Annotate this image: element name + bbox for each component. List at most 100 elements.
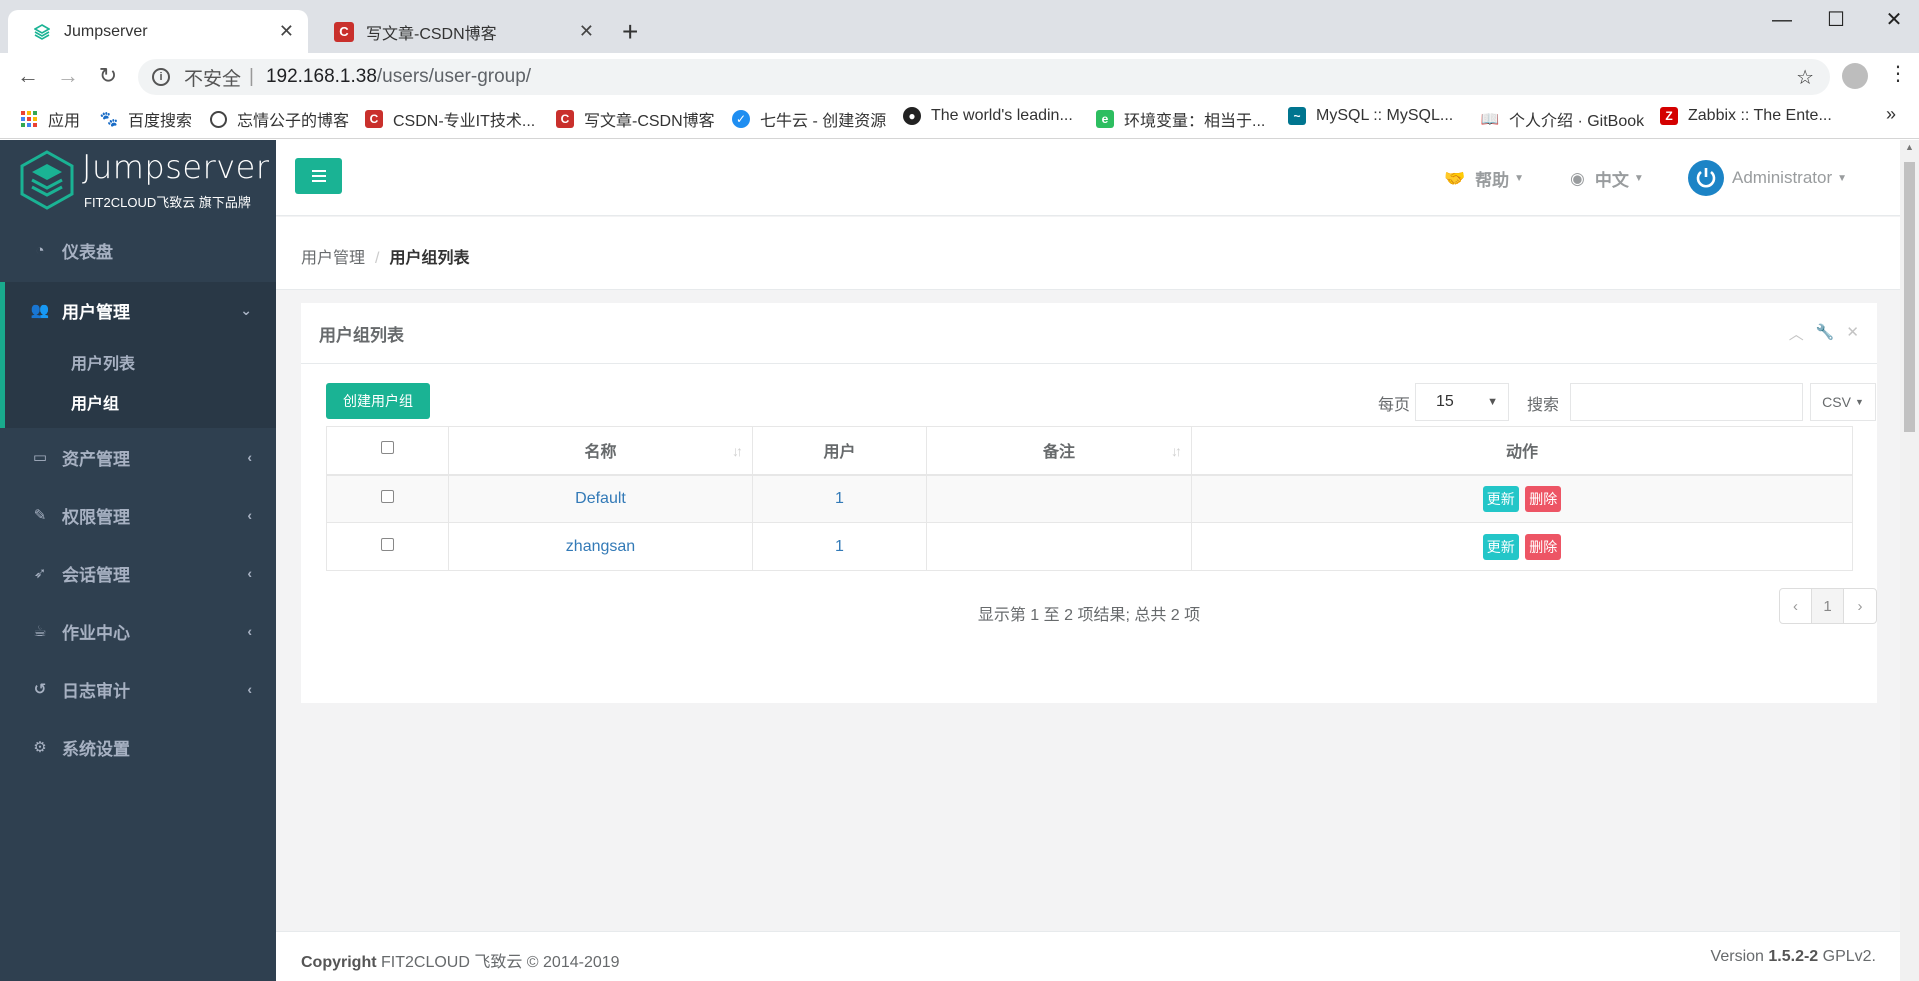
profile-avatar-icon[interactable] bbox=[1842, 63, 1868, 89]
search-input[interactable] bbox=[1570, 383, 1803, 421]
sidebar-group-users: 👥 用户管理 ⌄ 用户列表 用户组 bbox=[0, 282, 276, 428]
baidu-icon: 🐾 bbox=[99, 111, 119, 128]
user-name: Administrator bbox=[1732, 168, 1833, 187]
sidebar-item-audits[interactable]: ↺ 日志审计 ‹ bbox=[0, 661, 276, 717]
jumpserver-logo-icon bbox=[20, 150, 74, 210]
delete-button[interactable]: 删除 bbox=[1525, 533, 1562, 560]
wrench-icon[interactable]: 🔧 bbox=[1816, 323, 1835, 344]
forward-arrow-icon[interactable]: → bbox=[54, 62, 82, 90]
new-tab-button[interactable]: + bbox=[622, 14, 638, 50]
brand-subtitle: FIT2CLOUD飞致云 旗下品牌 bbox=[84, 195, 251, 210]
maximize-icon[interactable]: ☐ bbox=[1816, 4, 1856, 36]
close-icon[interactable]: ✕ bbox=[1846, 323, 1859, 344]
pagination: ‹ 1 › bbox=[1779, 588, 1877, 624]
panel-tools: ︿ 🔧 ✕ bbox=[1789, 323, 1859, 344]
collapse-icon[interactable]: ︿ bbox=[1789, 323, 1804, 344]
sidebar-item-users[interactable]: 👥 用户管理 ⌄ bbox=[0, 282, 276, 338]
csv-export-button[interactable]: CSV ▼ bbox=[1810, 383, 1876, 421]
bookmark-blog[interactable]: 忘情公子的博客 bbox=[210, 107, 349, 131]
bookmark-mysql[interactable]: ~ MySQL :: MySQL... bbox=[1288, 107, 1453, 125]
info-icon[interactable]: i bbox=[152, 68, 170, 86]
breadcrumb-parent[interactable]: 用户管理 bbox=[301, 250, 365, 267]
close-tab-icon[interactable]: ✕ bbox=[279, 21, 294, 42]
bookmark-apps[interactable]: 应用 bbox=[20, 107, 80, 131]
csdn-icon: C bbox=[365, 110, 383, 128]
browser-menu-icon[interactable]: ⋮ bbox=[1888, 61, 1908, 86]
address-bar[interactable]: i 不安全 | 192.168.1.38 /users/user-group/ … bbox=[138, 59, 1830, 95]
chevron-left-icon: ‹ bbox=[247, 507, 252, 523]
language-dropdown[interactable]: ◉ 中文 ▼ bbox=[1570, 166, 1644, 191]
bookmarks-more-icon[interactable]: » bbox=[1886, 104, 1896, 125]
menu-toggle-button[interactable] bbox=[295, 158, 342, 194]
page-1-button[interactable]: 1 bbox=[1812, 589, 1844, 623]
column-comment[interactable]: 备注 ↓↑ bbox=[926, 426, 1192, 476]
page-scrollbar[interactable]: ▲ bbox=[1900, 140, 1919, 981]
help-dropdown[interactable]: 🤝 帮助 ▼ bbox=[1444, 166, 1524, 191]
chevron-left-icon: ‹ bbox=[247, 623, 252, 639]
bookmark-zabbix[interactable]: Z Zabbix :: The Ente... bbox=[1660, 107, 1832, 125]
sidebar-item-assets[interactable]: ▭ 资产管理 ‹ bbox=[0, 429, 276, 485]
name-cell: zhangsan bbox=[448, 522, 753, 571]
panel-header: 用户组列表 ︿ 🔧 ✕ bbox=[301, 303, 1877, 364]
bookmark-gitbook[interactable]: 📖 个人介绍 · GitBook bbox=[1481, 107, 1644, 131]
tab-title: Jumpserver bbox=[64, 22, 148, 40]
scroll-up-icon[interactable]: ▲ bbox=[1905, 142, 1914, 152]
create-user-group-button[interactable]: 创建用户组 bbox=[326, 383, 430, 419]
sidebar-item-settings[interactable]: ⚙ 系统设置 bbox=[0, 719, 276, 775]
scrollbar-thumb[interactable] bbox=[1904, 162, 1915, 432]
group-name-link[interactable]: zhangsan bbox=[566, 538, 635, 555]
sidebar-subitem-user-group[interactable]: 用户组 bbox=[71, 390, 119, 414]
bookmark-csdn[interactable]: C CSDN-专业IT技术... bbox=[365, 107, 535, 131]
dashboard-icon: ◔ bbox=[35, 241, 45, 259]
bookmark-baidu[interactable]: 🐾 百度搜索 bbox=[100, 107, 192, 131]
group-name-link[interactable]: Default bbox=[575, 490, 626, 507]
zabbix-icon: Z bbox=[1660, 107, 1678, 125]
csdn-favicon-icon: C bbox=[334, 21, 354, 42]
update-button[interactable]: 更新 bbox=[1482, 485, 1519, 512]
minimize-icon[interactable]: — bbox=[1762, 4, 1802, 36]
per-page-value: 15 bbox=[1436, 393, 1454, 410]
brand-name: Jumpserver bbox=[82, 148, 270, 186]
select-all-checkbox[interactable] bbox=[381, 441, 394, 455]
address-host: 192.168.1.38 bbox=[265, 66, 377, 87]
sidebar-item-jobs[interactable]: ☕ 作业中心 ‹ bbox=[0, 603, 276, 659]
column-users: 用户 bbox=[752, 426, 927, 476]
users-count-link[interactable]: 1 bbox=[835, 538, 844, 555]
browser-tab-jumpserver[interactable]: Jumpserver ✕ bbox=[8, 10, 308, 53]
bookmark-label: 忘情公子的博客 bbox=[237, 113, 350, 130]
browser-tab-csdn[interactable]: C 写文章-CSDN博客 ✕ bbox=[310, 10, 608, 53]
sidebar-item-dashboard[interactable]: ◔ 仪表盘 bbox=[0, 222, 276, 278]
per-page-select[interactable]: 15 ▼ bbox=[1415, 383, 1509, 421]
row-checkbox[interactable] bbox=[381, 537, 394, 551]
name-cell: Default bbox=[448, 474, 753, 523]
bookmark-label: 百度搜索 bbox=[128, 113, 193, 130]
reload-icon[interactable]: ↻ bbox=[94, 62, 122, 90]
footer: Copyright FIT2CLOUD 飞致云 © 2014-2019 Vers… bbox=[276, 931, 1900, 981]
row-checkbox[interactable] bbox=[381, 489, 394, 503]
address-path: /users/user-group/ bbox=[376, 66, 532, 87]
sidebar-subitem-user-list[interactable]: 用户列表 bbox=[71, 350, 135, 374]
sidebar-item-permissions[interactable]: ✎ 权限管理 ‹ bbox=[0, 487, 276, 543]
actions-cell: 更新 删除 bbox=[1191, 474, 1853, 523]
gears-icon: ⚙ bbox=[33, 739, 47, 756]
back-arrow-icon[interactable]: ← bbox=[14, 62, 42, 90]
bookmark-github[interactable]: ● The world's leadin... bbox=[903, 107, 1073, 125]
close-tab-icon[interactable]: ✕ bbox=[579, 21, 594, 42]
users-count-link[interactable]: 1 bbox=[835, 490, 844, 507]
bookmark-evernote[interactable]: e 环境变量：相当于... bbox=[1096, 107, 1265, 131]
bookmark-qiniu[interactable]: ✓ 七牛云 - 创建资源 bbox=[732, 107, 886, 131]
sidebar-item-label: 系统设置 bbox=[62, 739, 130, 759]
browser-tab-strip: Jumpserver ✕ C 写文章-CSDN博客 ✕ + — ☐ ✕ bbox=[0, 0, 1919, 53]
bookmark-star-icon[interactable]: ☆ bbox=[1796, 65, 1814, 90]
breadcrumb-separator: / bbox=[375, 250, 380, 267]
logo[interactable]: Jumpserver FIT2CLOUD飞致云 旗下品牌 bbox=[0, 140, 276, 222]
window-close-icon[interactable]: ✕ bbox=[1874, 4, 1914, 36]
prev-page-button[interactable]: ‹ bbox=[1780, 589, 1812, 623]
delete-button[interactable]: 删除 bbox=[1525, 485, 1562, 512]
bookmark-csdn-write[interactable]: C 写文章-CSDN博客 bbox=[556, 107, 715, 131]
sidebar-item-sessions[interactable]: ➶ 会话管理 ‹ bbox=[0, 545, 276, 601]
user-dropdown[interactable]: Administrator ▼ bbox=[1688, 160, 1847, 196]
column-name[interactable]: 名称 ↓↑ bbox=[448, 426, 753, 476]
update-button[interactable]: 更新 bbox=[1482, 533, 1519, 560]
next-page-button[interactable]: › bbox=[1844, 589, 1876, 623]
